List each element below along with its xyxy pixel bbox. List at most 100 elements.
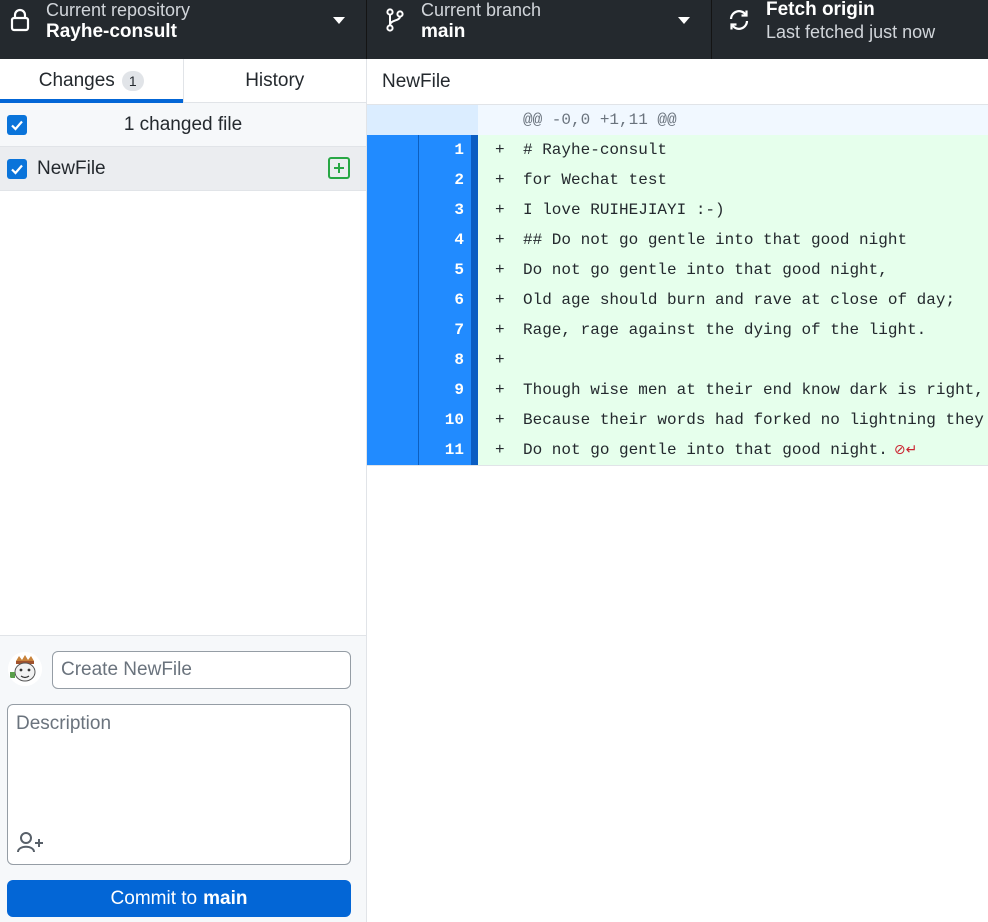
- new-line-number[interactable]: 1: [419, 135, 471, 165]
- commit-description-box: [7, 704, 351, 865]
- new-line-number[interactable]: 6: [419, 285, 471, 315]
- new-line-number[interactable]: 9: [419, 375, 471, 405]
- diff-addition-marker: +: [495, 411, 505, 429]
- diff-line-text: ## Do not go gentle into that good night: [523, 231, 908, 249]
- new-line-number[interactable]: 2: [419, 165, 471, 195]
- diff-line-row[interactable]: 4 + ## Do not go gentle into that good nig…: [367, 225, 988, 255]
- checkmark-icon: [11, 164, 23, 175]
- line-selection-bar: [471, 345, 478, 375]
- checkmark-icon: [11, 120, 23, 131]
- diff-line-code: for Wechat test: [523, 171, 667, 189]
- branch-name: main: [421, 21, 466, 42]
- avatar: [8, 652, 42, 686]
- diff-line-code: Because their words had forked no lightn…: [523, 411, 984, 429]
- old-line-number[interactable]: [367, 285, 419, 315]
- select-all-checkbox[interactable]: [7, 115, 27, 135]
- old-line-number[interactable]: [367, 405, 419, 435]
- diff-addition-marker: +: [495, 261, 505, 279]
- repository-label: Current repository: [46, 0, 191, 20]
- old-line-number[interactable]: [367, 255, 419, 285]
- diff-line-row[interactable]: 5 + Do not go gentle into that good night,: [367, 255, 988, 285]
- diff-line-code: Do not go gentle into that good night. ⊘↵: [523, 441, 917, 459]
- diff-line-row[interactable]: 1 + # Rayhe-consult: [367, 135, 988, 165]
- old-line-number[interactable]: [367, 375, 419, 405]
- new-line-number[interactable]: 4: [419, 225, 471, 255]
- diff-line-row[interactable]: 8 +: [367, 345, 988, 375]
- line-selection-bar: [471, 165, 478, 195]
- diff-line-code: ## Do not go gentle into that good night: [523, 231, 907, 249]
- diff-line-row[interactable]: 6 + Old age should burn and rave at close …: [367, 285, 988, 315]
- diff-body: @@ -0,0 +1,11 @@ 1 + # Rayhe-consult 2 + for …: [367, 105, 988, 466]
- sidebar-tabs: Changes 1 History: [0, 59, 366, 103]
- old-line-number[interactable]: [367, 435, 419, 465]
- diff-line-row[interactable]: 9 + Though wise men at their end know dark…: [367, 375, 988, 405]
- diff-addition-marker: +: [495, 141, 505, 159]
- diff-addition-marker: +: [495, 171, 505, 189]
- diff-line-text: Do not go gentle into that good night,: [523, 261, 888, 279]
- tab-history-label: History: [245, 69, 305, 91]
- line-selection-bar: [471, 195, 478, 225]
- commit-description-input[interactable]: [8, 705, 350, 825]
- diff-line-code: Though wise men at their end know dark i…: [523, 381, 984, 399]
- commit-button[interactable]: Commit to main: [7, 880, 351, 917]
- diff-line-row[interactable]: 7 + Rage, rage against the dying of the li…: [367, 315, 988, 345]
- diff-addition-marker: +: [495, 231, 505, 249]
- line-selection-bar: [471, 405, 478, 435]
- file-include-checkbox[interactable]: [7, 159, 27, 179]
- diff-addition-marker: +: [495, 351, 505, 369]
- tab-changes[interactable]: Changes 1: [0, 59, 184, 103]
- diff-line-text: # Rayhe-consult: [523, 141, 668, 159]
- diff-line-code: Rage, rage against the dying of the ligh…: [523, 321, 926, 339]
- old-line-number[interactable]: [367, 345, 419, 375]
- changed-file-row[interactable]: NewFile: [0, 147, 366, 191]
- chevron-down-icon: [678, 17, 690, 24]
- line-selection-bar: [471, 285, 478, 315]
- file-added-icon: [328, 157, 350, 179]
- diff-addition-marker: +: [495, 291, 505, 309]
- changed-file-name: NewFile: [37, 157, 106, 179]
- repository-selector[interactable]: Current repository Rayhe-consult: [0, 0, 367, 59]
- lock-icon: [10, 8, 30, 32]
- line-selection-bar: [471, 315, 478, 345]
- fetch-origin-button[interactable]: Fetch origin Last fetched just now: [712, 0, 988, 59]
- commit-button-label: Commit to: [110, 887, 198, 909]
- tab-history[interactable]: History: [184, 59, 367, 102]
- diff-line-code: I love RUIHEJIAYI :-): [523, 201, 725, 219]
- new-line-number[interactable]: 3: [419, 195, 471, 225]
- add-coauthor-icon[interactable]: [16, 830, 46, 854]
- line-selection-bar: [471, 435, 478, 465]
- sync-icon: [729, 10, 749, 30]
- app-toolbar: Current repository Rayhe-consult Current…: [0, 0, 988, 59]
- hunk-gutter: [367, 105, 478, 135]
- line-selection-bar: [471, 375, 478, 405]
- new-line-number[interactable]: 7: [419, 315, 471, 345]
- diff-line-row[interactable]: 3 + I love RUIHEJIAYI :-): [367, 195, 988, 225]
- diff-file-title: NewFile: [367, 59, 988, 105]
- diff-addition-marker: +: [495, 381, 505, 399]
- old-line-number[interactable]: [367, 195, 419, 225]
- changes-count-badge: 1: [121, 70, 144, 91]
- hunk-header-row: @@ -0,0 +1,11 @@: [367, 105, 988, 135]
- new-line-number[interactable]: 10: [419, 405, 471, 435]
- diff-line-code: # Rayhe-consult: [523, 141, 667, 159]
- old-line-number[interactable]: [367, 135, 419, 165]
- changes-sidebar: Changes 1 History 1 changed file NewFile: [0, 59, 367, 922]
- old-line-number[interactable]: [367, 315, 419, 345]
- commit-summary-input[interactable]: [52, 651, 351, 689]
- line-selection-bar: [471, 135, 478, 165]
- branch-selector[interactable]: Current branch main: [367, 0, 712, 59]
- diff-line-text: Rage, rage against the dying of the ligh…: [523, 321, 927, 339]
- old-line-number[interactable]: [367, 165, 419, 195]
- diff-line-text: Old age should burn and rave at close of…: [523, 291, 956, 309]
- new-line-number[interactable]: 11: [419, 435, 471, 465]
- diff-line-row[interactable]: 11 + Do not go gentle into that good night…: [367, 435, 988, 465]
- diff-line-text: for Wechat test: [523, 171, 668, 189]
- branch-label: Current branch: [421, 0, 542, 20]
- new-line-number[interactable]: 8: [419, 345, 471, 375]
- diff-line-text: Though wise men at their end know dark i…: [523, 381, 984, 399]
- old-line-number[interactable]: [367, 225, 419, 255]
- new-line-number[interactable]: 5: [419, 255, 471, 285]
- diff-line-row[interactable]: 10 + Because their words had forked no lig…: [367, 405, 988, 435]
- diff-addition-marker: +: [495, 201, 505, 219]
- diff-line-row[interactable]: 2 + for Wechat test: [367, 165, 988, 195]
